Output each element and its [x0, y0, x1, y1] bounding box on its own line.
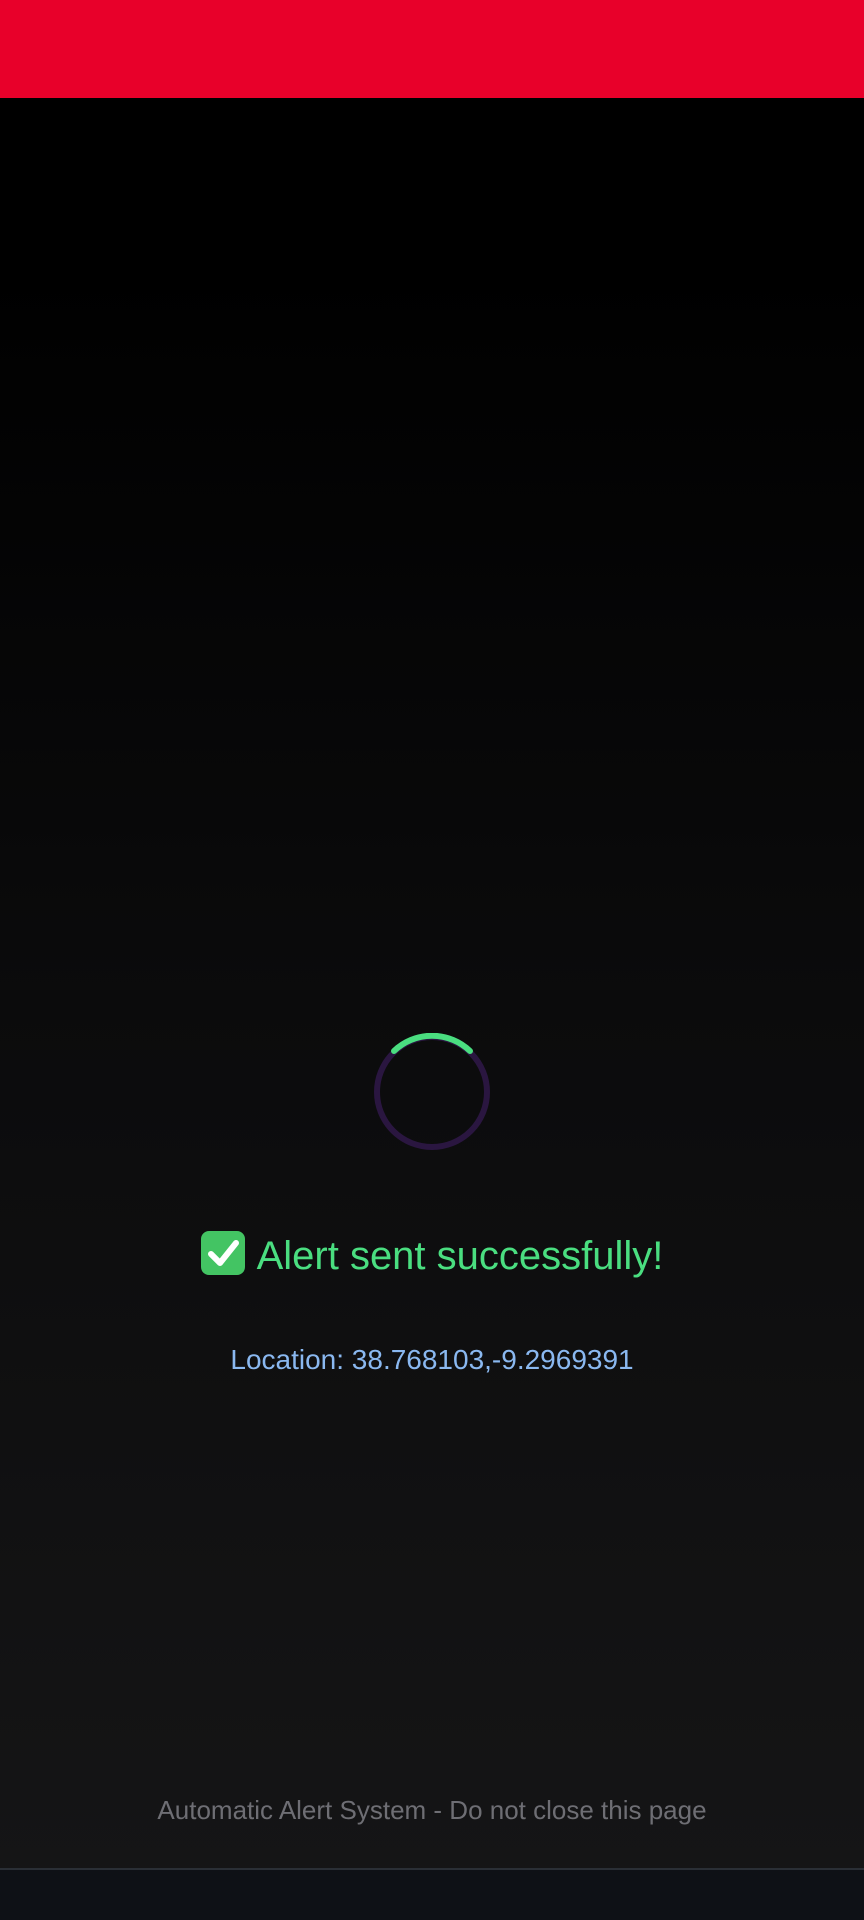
- loading-spinner-icon: [373, 1033, 491, 1151]
- status-text: Alert sent successfully!: [256, 1234, 664, 1278]
- top-header-bar: [0, 0, 864, 98]
- status-message: Alert sent successfully!: [0, 1228, 864, 1284]
- footer-notice: Automatic Alert System - Do not close th…: [157, 1795, 707, 1825]
- system-navigation-bar: [0, 1870, 864, 1920]
- check-mark-icon: [200, 1231, 245, 1275]
- location-text: Location: 38.768103,-9.2969391: [230, 1344, 634, 1375]
